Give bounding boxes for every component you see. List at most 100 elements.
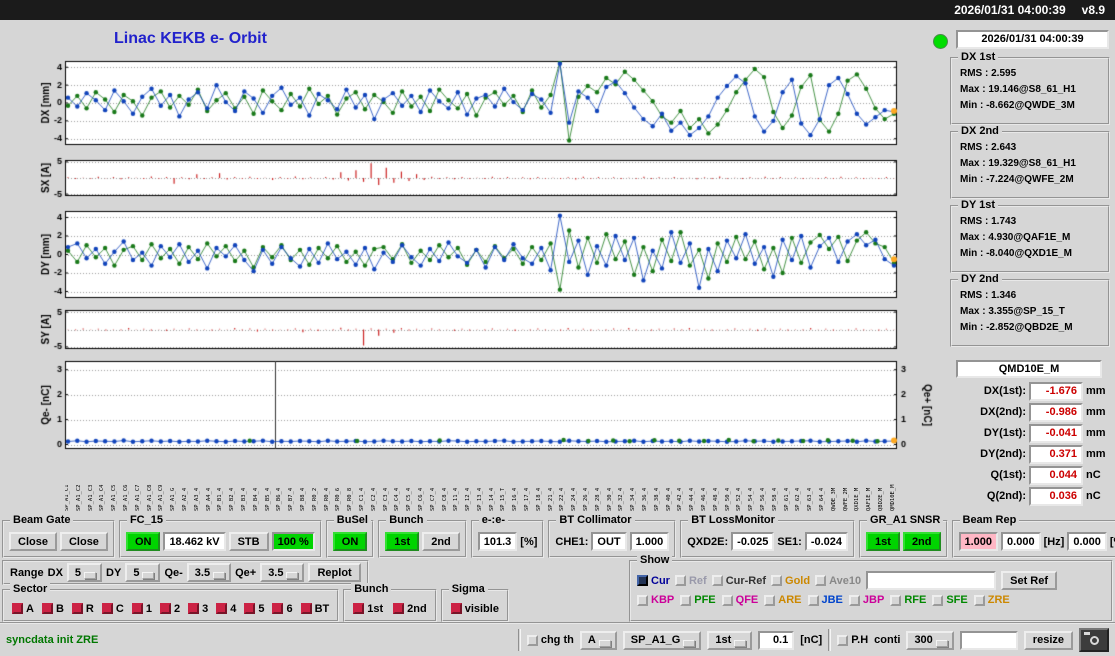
region-checkbox-qfe[interactable]: QFE (721, 594, 758, 606)
sector-checkbox-a[interactable]: A (12, 603, 34, 615)
sector-checkbox-b[interactable]: B (41, 603, 64, 615)
checkbox-indicator[interactable] (131, 603, 143, 614)
region-checkbox-sfe[interactable]: SFE (932, 594, 968, 606)
resize-button[interactable]: resize (1023, 630, 1073, 650)
range-qe-plus-dropdown[interactable]: 3.5 (260, 563, 305, 582)
checkbox-indicator[interactable] (12, 603, 23, 614)
sector-checkbox-r[interactable]: R (71, 602, 94, 615)
checkbox-indicator[interactable] (848, 594, 860, 606)
gr-a1-1st-button[interactable]: 1st (866, 532, 900, 551)
x-axis-label: QXD1E_M (854, 487, 861, 511)
sector-checkbox-3[interactable]: 3 (188, 603, 208, 615)
bpm-select-dropdown[interactable]: SP_A1_G (622, 630, 702, 650)
group-title: BT Collimator (556, 514, 635, 526)
region-checkbox-are[interactable]: ARE (764, 594, 802, 606)
set-ref-button[interactable]: Set Ref (1001, 571, 1058, 590)
show-checkbox-cur-ref[interactable]: Cur-Ref (711, 575, 766, 587)
chart-sx (38, 157, 933, 199)
checkbox-indicator[interactable] (721, 594, 733, 606)
sector-checkbox-bt[interactable]: BT (300, 602, 330, 615)
region-checkbox-pfe[interactable]: PFE (680, 594, 716, 606)
checkbox-indicator[interactable] (973, 594, 985, 606)
chg-th-checkbox[interactable]: chg th (526, 634, 574, 646)
checkbox-indicator[interactable] (837, 634, 849, 646)
checkbox-label: 2nd (407, 602, 427, 615)
show-checkbox-ref[interactable]: Ref (674, 575, 707, 587)
sector-checkbox-1[interactable]: 1 (131, 603, 152, 615)
x-axis-label: SP_R0_2 (311, 487, 318, 511)
range-dy-dropdown[interactable]: 5 (125, 563, 161, 582)
ph-checkbox[interactable]: P.H (837, 634, 868, 646)
region-checkbox-rfe[interactable]: RFE (890, 594, 926, 606)
checkbox-label: BT (314, 602, 330, 615)
bunch-select-dropdown[interactable]: 1st (707, 630, 753, 650)
fc15-on-button[interactable]: ON (125, 532, 161, 551)
sector-checkbox-c[interactable]: C (101, 603, 124, 615)
checkbox-indicator[interactable] (674, 575, 686, 586)
sector-checkbox-5[interactable]: 5 (244, 603, 264, 615)
checkbox-indicator[interactable] (71, 603, 83, 614)
checkbox-indicator[interactable] (680, 594, 692, 606)
checkbox-indicator[interactable] (815, 575, 827, 586)
checkbox-label: 5 (258, 602, 265, 615)
checkbox-label: 1st (367, 602, 384, 615)
show-checkbox-gold[interactable]: Gold (771, 575, 810, 587)
checkbox-indicator[interactable] (807, 594, 819, 606)
sigma-checkbox-visible[interactable]: visible (450, 603, 499, 615)
checkbox-indicator[interactable] (764, 594, 776, 606)
group-title: Bunch (351, 583, 392, 595)
checkbox-label: R (85, 602, 94, 615)
threshold-a-dropdown[interactable]: A (579, 630, 617, 650)
show-checkbox-cur[interactable]: Cur (637, 575, 670, 587)
checkbox-indicator[interactable] (216, 603, 228, 614)
sector-checkbox-4[interactable]: 4 (216, 603, 236, 615)
titlebar-datetime: 2026/01/31 04:00:39 (954, 3, 1066, 17)
checkbox-indicator[interactable] (41, 603, 53, 614)
beam-gate-close-1-button[interactable]: Close (9, 532, 57, 551)
region-checkbox-jbe[interactable]: JBE (807, 594, 843, 606)
checkbox-indicator[interactable] (393, 603, 405, 614)
busel-on-button[interactable]: ON (332, 532, 368, 551)
x-axis-label: SP_30_4 (606, 487, 613, 511)
checkbox-indicator[interactable] (188, 603, 200, 614)
sector-checkbox-2[interactable]: 2 (159, 603, 180, 615)
replot-button[interactable]: Replot (308, 563, 361, 582)
bunch-1st-button[interactable]: 1st (385, 532, 420, 551)
checkbox-indicator[interactable] (450, 603, 462, 614)
stats-group-dy-2nd: DY 2nd RMS : 1.346 Max : 3.355@SP_15_T M… (950, 273, 1110, 347)
statusbar-input[interactable] (959, 630, 1018, 650)
screenshot-button[interactable] (1079, 628, 1109, 652)
x-axis-label: SP_A1_C3 (87, 484, 94, 512)
checkbox-indicator[interactable] (300, 603, 312, 614)
checkbox-indicator[interactable] (771, 575, 783, 586)
interval-dropdown[interactable]: 300 (906, 630, 954, 650)
beam-gate-close-2-button[interactable]: Close (59, 532, 108, 551)
region-checkbox-zre[interactable]: ZRE (973, 594, 1010, 606)
sector-checkbox-6[interactable]: 6 (272, 603, 293, 615)
checkbox-indicator[interactable] (637, 575, 648, 586)
stats-min: Min : -2.852@QBD2E_M (960, 322, 1073, 333)
range-dx-dropdown[interactable]: 5 (66, 563, 103, 582)
checkbox-indicator[interactable] (932, 594, 944, 606)
checkbox-indicator[interactable] (101, 603, 113, 614)
gr-a1-2nd-button[interactable]: 2nd (902, 532, 941, 551)
checkbox-indicator[interactable] (711, 575, 723, 586)
fc15-stb-button[interactable]: STB (228, 532, 269, 551)
region-checkbox-kbp[interactable]: KBP (637, 594, 674, 606)
set-ref-input[interactable] (866, 571, 997, 590)
show-checkbox-ave10[interactable]: Ave10 (815, 575, 861, 587)
checkbox-indicator[interactable] (890, 594, 902, 606)
bunch-2nd-button[interactable]: 2nd (422, 532, 460, 551)
checkbox-indicator[interactable] (272, 603, 284, 614)
checkbox-indicator[interactable] (244, 603, 256, 614)
region-checkbox-jbp[interactable]: JBP (848, 594, 884, 606)
x-axis-label: SP_15_T (500, 487, 507, 511)
x-axis-label: SP_24_4 (571, 487, 578, 511)
checkbox-indicator[interactable] (526, 634, 538, 646)
bunch-checkbox-1st[interactable]: 1st (353, 603, 383, 615)
bunch-checkbox-2nd[interactable]: 2nd (393, 603, 427, 615)
range-qe-minus-dropdown[interactable]: 3.5 (186, 563, 232, 582)
checkbox-indicator[interactable] (353, 603, 365, 614)
checkbox-indicator[interactable] (159, 603, 171, 614)
checkbox-indicator[interactable] (637, 594, 648, 606)
